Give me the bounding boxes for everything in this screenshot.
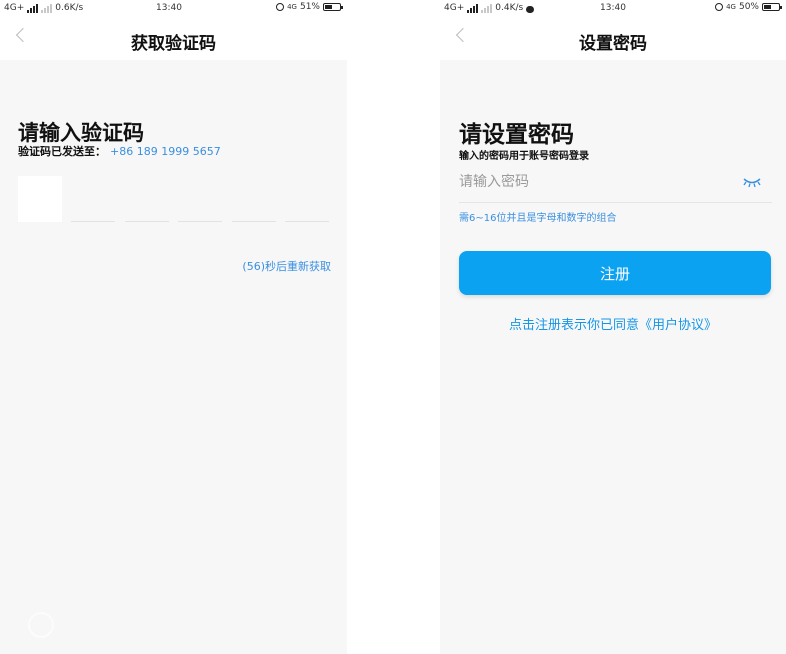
alarm-icon [715, 3, 724, 11]
status-time: 13:40 [600, 3, 626, 13]
code-input-boxes[interactable] [18, 176, 329, 222]
chat-bubble-icon [526, 6, 535, 13]
signal-bars-icon [467, 4, 479, 13]
battery-icon [323, 3, 343, 11]
phone-number: +86 189 1999 5657 [110, 145, 221, 158]
watermark [28, 612, 62, 638]
watermark-logo-icon [28, 612, 54, 638]
page-title: 获取验证码 [131, 34, 216, 54]
code-sent-info: 验证码已发送至： +86 189 1999 5657 [18, 143, 221, 159]
password-row [459, 168, 772, 203]
status-time: 13:40 [156, 3, 182, 13]
alarm-icon [276, 3, 285, 11]
status-left: 4G+ 0.4K/s [444, 3, 535, 13]
code-box-2[interactable] [71, 176, 115, 222]
code-sent-label: 验证码已发送至： [18, 145, 106, 158]
nav-bar: 设置密码 [440, 18, 786, 60]
user-agreement-link[interactable]: 点击注册表示你已同意《用户协议》 [440, 314, 786, 333]
eye-closed-icon[interactable] [742, 176, 762, 188]
battery-percent: 51% [299, 2, 320, 12]
status-right: 4G 51% [276, 2, 343, 12]
network-speed: 0.6K/s [55, 3, 84, 13]
register-button[interactable]: 注册 [459, 251, 771, 295]
network-speed: 0.4K/s [495, 3, 524, 13]
password-subheading: 输入的密码用于账号密码登录 [459, 151, 589, 162]
password-heading: 请设置密码 [459, 122, 574, 148]
page-title: 设置密码 [579, 34, 647, 54]
signal-bars-secondary-icon [41, 4, 53, 13]
set-password-screen: 4G+ 0.4K/s 13:40 4G 50% 设置密码 请设置密码 输入的密码… [440, 0, 786, 654]
network-badge: 4G [287, 3, 297, 11]
network-type: 4G+ [444, 3, 465, 13]
battery-percent: 50% [738, 2, 759, 12]
code-box-1[interactable] [18, 176, 62, 222]
code-box-3[interactable] [125, 176, 169, 222]
nav-bar: 获取验证码 [0, 18, 347, 60]
signal-bars-icon [27, 4, 39, 13]
resend-countdown[interactable]: (56)秒后重新获取 [242, 258, 331, 274]
status-right: 4G 50% [715, 2, 782, 12]
code-box-4[interactable] [178, 176, 222, 222]
verification-code-screen: 4G+ 0.6K/s 13:40 4G 51% 获取验证码 请输入验证码 验证码… [0, 0, 347, 654]
network-type: 4G+ [4, 3, 25, 13]
password-rule-hint: 需6~16位并且是字母和数字的组合 [459, 213, 617, 224]
network-badge: 4G [726, 3, 736, 11]
code-box-6[interactable] [285, 176, 329, 222]
status-bar: 4G+ 0.6K/s 13:40 4G 51% [0, 0, 347, 18]
code-box-5[interactable] [232, 176, 276, 222]
battery-icon [762, 3, 782, 11]
status-bar: 4G+ 0.4K/s 13:40 4G 50% [440, 0, 786, 18]
signal-bars-secondary-icon [481, 4, 493, 13]
password-input[interactable] [459, 168, 719, 196]
status-left: 4G+ 0.6K/s [4, 3, 83, 13]
